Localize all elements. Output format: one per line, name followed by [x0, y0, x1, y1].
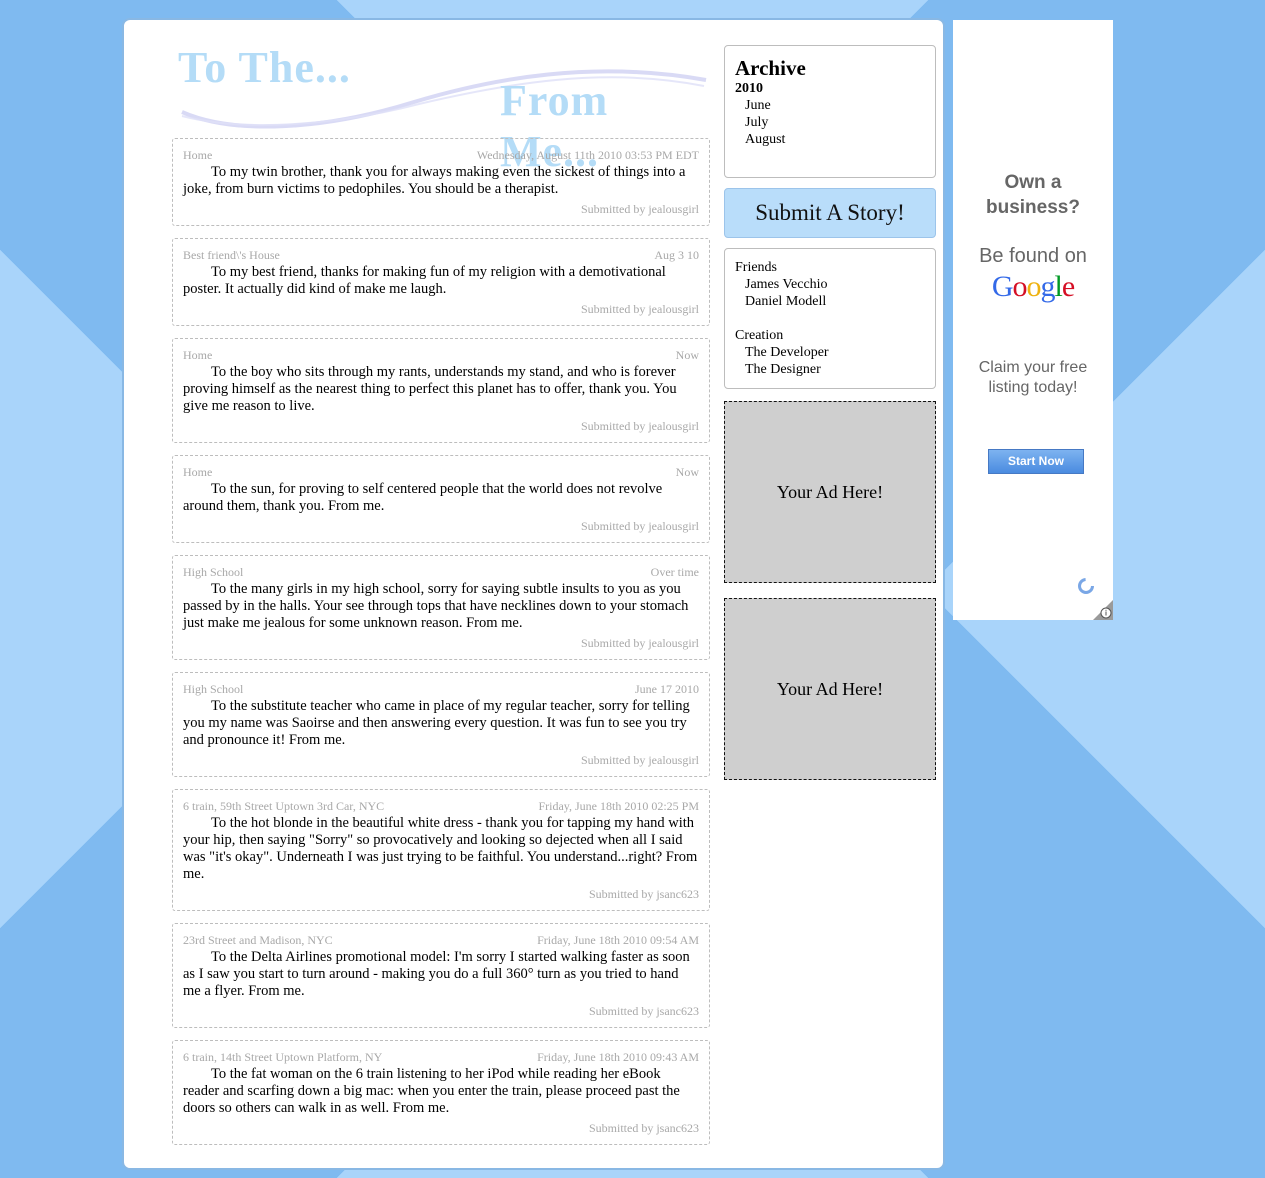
friend-link-daniel[interactable]: Daniel Modell — [735, 293, 925, 310]
post-text: To the boy who sits through my rants, un… — [183, 364, 677, 414]
post-text: To my best friend, thanks for making fun… — [183, 264, 666, 297]
post-text: To the sun, for proving to self centered… — [183, 481, 663, 514]
ad-slot-1[interactable]: Your Ad Here! — [724, 401, 936, 583]
post-location: Home — [183, 348, 213, 362]
post-text: To my twin brother, thank you for always… — [183, 164, 686, 197]
post-date: Wednesday, August 11th 2010 03:53 PM EDT — [476, 148, 699, 162]
post-location: 6 train, 59th Street Uptown 3rd Car, NYC — [183, 799, 385, 813]
post-submitted-by[interactable]: Submitted by jealousgirl — [183, 203, 699, 215]
post-meta: High School June 17 2010 — [183, 683, 699, 695]
ad-claim-text: Claim your free listing today! — [953, 358, 1113, 398]
post-date: Now — [675, 348, 699, 362]
post-location: Home — [183, 148, 213, 162]
post-meta: Home Now — [183, 466, 699, 478]
post-meta: Home Wednesday, August 11th 2010 03:53 PM… — [183, 149, 699, 161]
friends-heading: Friends — [735, 260, 777, 275]
post-submitted-by[interactable]: Submitted by jealousgirl — [183, 754, 699, 766]
ad-info-icon[interactable] — [1093, 600, 1113, 620]
ad-headline: Own a business? — [953, 170, 1113, 220]
ad-claim-line1: Claim your free — [978, 359, 1088, 376]
sidebar: Archive 2010 June July August Submit A S… — [724, 45, 936, 780]
archive-title: Archive — [735, 56, 806, 80]
post-location: Home — [183, 465, 213, 479]
ad-slot-2[interactable]: Your Ad Here! — [724, 598, 936, 780]
creation-link-designer[interactable]: The Designer — [735, 361, 925, 378]
post-text: To the hot blonde in the beautiful white… — [183, 815, 698, 882]
post-date: Aug 3 10 — [654, 248, 699, 262]
ad-headline-line2: business? — [986, 197, 1080, 218]
title-to-the[interactable]: To The... — [178, 42, 351, 93]
post-submitted-by[interactable]: Submitted by jsanc623 — [183, 888, 699, 900]
links-box: Friends James Vecchio Daniel Modell Crea… — [724, 248, 936, 389]
story-post: Best friend\'s House Aug 3 10 To my best f… — [172, 238, 710, 326]
post-location: High School — [183, 682, 244, 696]
story-post: Home Now To the boy who sits through my ra… — [172, 338, 710, 443]
loading-icon — [1078, 578, 1094, 594]
post-text: To the many girls in my high school, sor… — [183, 581, 689, 631]
main-container: To The... From Me... Home Wednesday, Augu… — [122, 18, 945, 1170]
archive-box: Archive 2010 June July August — [724, 45, 936, 178]
story-post: 6 train, 59th Street Uptown 3rd Car, NYC… — [172, 789, 710, 911]
post-meta: Best friend\'s House Aug 3 10 — [183, 249, 699, 261]
ad-headline-line1: Own a — [1004, 172, 1062, 193]
story-post: High School June 17 2010 To the substitute… — [172, 672, 710, 777]
post-date: Over time — [650, 565, 699, 579]
creation-heading: Creation — [735, 328, 784, 343]
google-ad[interactable]: Own a business? Be found on Google Claim… — [953, 20, 1113, 620]
start-now-button[interactable]: Start Now — [988, 449, 1084, 474]
post-text: To the substitute teacher who came in pl… — [183, 698, 690, 748]
post-text: To the Delta Airlines promotional model:… — [183, 949, 690, 999]
post-submitted-by[interactable]: Submitted by jsanc623 — [183, 1122, 699, 1134]
post-meta: 23rd Street and Madison, NYC Friday, June… — [183, 934, 699, 946]
story-post: 23rd Street and Madison, NYC Friday, June… — [172, 923, 710, 1028]
story-post: High School Over time To the many girls in… — [172, 555, 710, 660]
creation-link-developer[interactable]: The Developer — [735, 344, 925, 361]
story-post: Home Wednesday, August 11th 2010 03:53 PM… — [172, 138, 710, 226]
story-post: 6 train, 14th Street Uptown Platform, NY… — [172, 1040, 710, 1145]
post-location: 23rd Street and Madison, NYC — [183, 933, 333, 947]
ad-claim-line2: listing today! — [988, 379, 1078, 396]
google-logo: Google — [991, 270, 1075, 303]
post-date: Now — [675, 465, 699, 479]
post-date: June 17 2010 — [635, 682, 699, 696]
post-location: Best friend\'s House — [183, 248, 280, 262]
post-submitted-by[interactable]: Submitted by jealousgirl — [183, 303, 699, 315]
post-submitted-by[interactable]: Submitted by jealousgirl — [183, 420, 699, 432]
post-meta: High School Over time — [183, 566, 699, 578]
post-date: Friday, June 18th 2010 02:25 PM — [538, 799, 699, 813]
post-submitted-by[interactable]: Submitted by jealousgirl — [183, 637, 699, 649]
post-text: To the fat woman on the 6 train listenin… — [183, 1066, 680, 1116]
ad-found-text: Be found on — [979, 245, 1087, 267]
submit-story-button[interactable]: Submit A Story! — [724, 188, 936, 238]
post-location: 6 train, 14th Street Uptown Platform, NY — [183, 1050, 383, 1064]
post-meta: 6 train, 59th Street Uptown 3rd Car, NYC… — [183, 800, 699, 812]
posts-list: Home Wednesday, August 11th 2010 03:53 PM… — [172, 138, 710, 1157]
post-location: High School — [183, 565, 244, 579]
post-date: Friday, June 18th 2010 09:54 AM — [537, 933, 699, 947]
archive-year[interactable]: 2010 — [735, 80, 925, 97]
post-submitted-by[interactable]: Submitted by jealousgirl — [183, 520, 699, 532]
post-meta: Home Now — [183, 349, 699, 361]
archive-month-june[interactable]: June — [735, 97, 925, 114]
post-submitted-by[interactable]: Submitted by jsanc623 — [183, 1005, 699, 1017]
story-post: Home Now To the sun, for proving to self c… — [172, 455, 710, 543]
post-date: Friday, June 18th 2010 09:43 AM — [537, 1050, 699, 1064]
archive-month-august[interactable]: August — [735, 131, 925, 148]
site-header: To The... From Me... — [174, 40, 714, 176]
archive-month-july[interactable]: July — [735, 114, 925, 131]
friend-link-james[interactable]: James Vecchio — [735, 276, 925, 293]
post-meta: 6 train, 14th Street Uptown Platform, NY… — [183, 1051, 699, 1063]
